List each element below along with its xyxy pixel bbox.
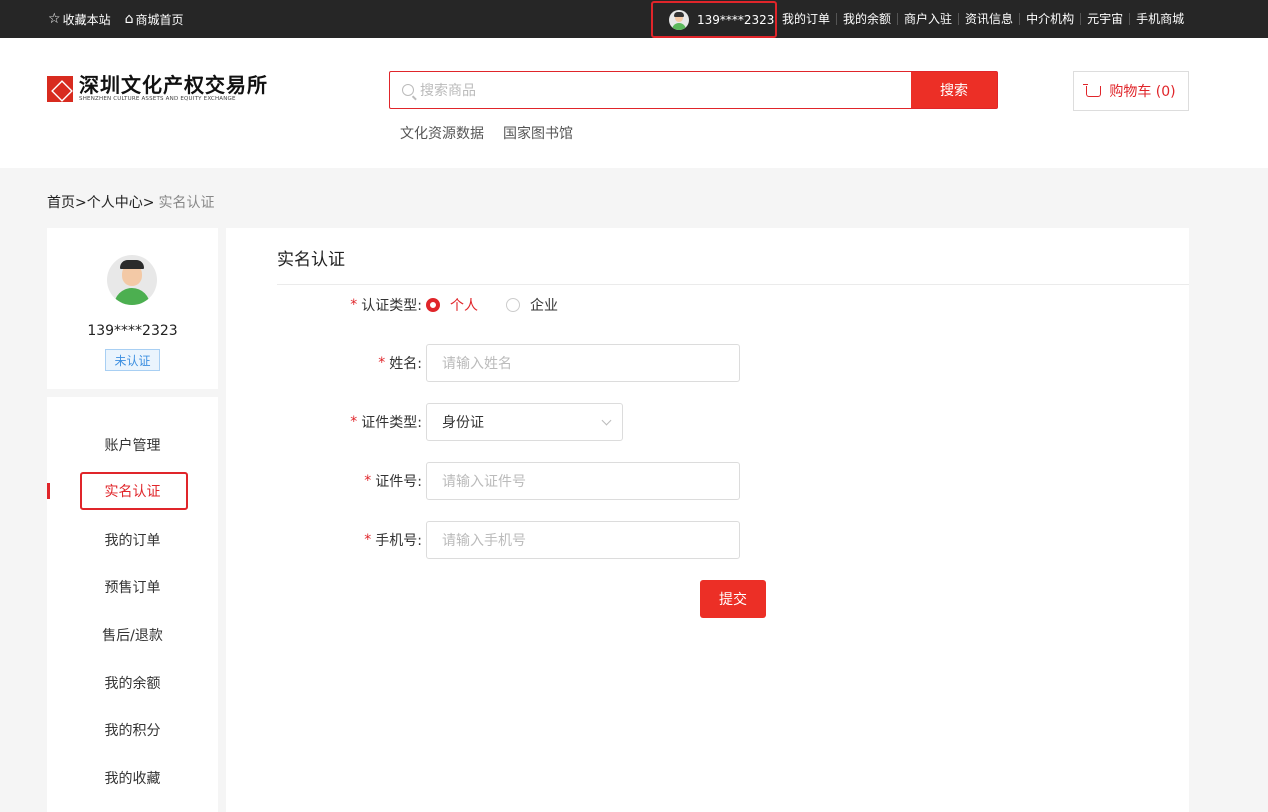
- mobile-label: 手机号:: [375, 533, 422, 549]
- status-badge: 未认证: [105, 349, 160, 371]
- profile-phone: 139****2323: [87, 323, 178, 339]
- search-input[interactable]: 搜索商品: [390, 72, 911, 108]
- sidebar-item-account[interactable]: 账户管理: [47, 428, 218, 462]
- user-phone: 139****2323: [697, 12, 775, 27]
- top-link-agency[interactable]: 中介机构: [1019, 13, 1080, 25]
- top-nav-links: 我的订单 我的余额 商户入驻 资讯信息 中介机构 元宇宙 手机商城: [782, 0, 1190, 38]
- id-type-label: 证件类型:: [361, 415, 422, 431]
- id-type-value: 身份证: [442, 415, 484, 431]
- radio-personal-label: 个人: [450, 298, 478, 314]
- sidebar-item-refund[interactable]: 售后/退款: [47, 618, 218, 652]
- top-link-metaverse[interactable]: 元宇宙: [1080, 13, 1129, 25]
- page-title: 实名认证: [277, 250, 345, 270]
- name-label: 姓名:: [389, 356, 422, 372]
- title-divider: [277, 284, 1189, 285]
- sidebar-item-favorites[interactable]: 我的收藏: [47, 761, 218, 795]
- name-row: * 姓名: 请输入姓名: [226, 344, 740, 382]
- cert-type-row: * 认证类型: 个人 企业: [226, 286, 586, 324]
- sidebar-item-orders[interactable]: 我的订单: [47, 523, 218, 557]
- cart-label: 购物车 (0): [1109, 84, 1176, 100]
- verification-panel: 实名认证 * 认证类型: 个人 企业 * 姓名: 请输入姓名 * 证件类型: 身…: [226, 228, 1189, 812]
- mall-home-link[interactable]: 商城首页: [135, 11, 183, 28]
- logo-name-cn: 深圳文化产权交易所: [79, 73, 268, 97]
- user-account-button[interactable]: 139****2323: [651, 1, 777, 38]
- radio-personal[interactable]: 个人: [426, 295, 478, 315]
- favorite-link[interactable]: 收藏本站: [63, 11, 111, 28]
- search-bar: 搜索商品 搜索: [389, 71, 998, 109]
- top-bar: ☆ 收藏本站 ⌂ 商城首页 139****2323 我的订单 我的余额 商户入驻…: [0, 0, 1268, 38]
- radio-enterprise[interactable]: 企业: [506, 295, 558, 315]
- search-button[interactable]: 搜索: [911, 72, 997, 108]
- cart-button[interactable]: 购物车 (0): [1073, 71, 1189, 111]
- name-field[interactable]: 请输入姓名: [426, 344, 740, 382]
- radio-checked-icon: [426, 298, 440, 312]
- breadcrumb-center[interactable]: 个人中心>: [87, 192, 155, 212]
- chevron-down-icon: [601, 415, 612, 426]
- search-placeholder: 搜索商品: [420, 83, 476, 99]
- sidebar-item-balance[interactable]: 我的余额: [47, 666, 218, 700]
- avatar: [107, 255, 157, 305]
- top-link-news[interactable]: 资讯信息: [958, 13, 1019, 25]
- cert-type-label: 认证类型:: [361, 298, 422, 314]
- required-mark: *: [364, 473, 372, 489]
- hot-link-culture-data[interactable]: 文化资源数据: [400, 123, 484, 143]
- top-link-mobile-mall[interactable]: 手机商城: [1129, 13, 1190, 25]
- topbar-left: ☆ 收藏本站 ⌂ 商城首页: [48, 0, 185, 38]
- breadcrumb: 首页> 个人中心> 实名认证: [47, 192, 214, 212]
- submit-button[interactable]: 提交: [700, 580, 766, 618]
- mobile-field[interactable]: 请输入手机号: [426, 521, 740, 559]
- star-icon: ☆: [48, 11, 61, 27]
- logo-name-en: SHENZHEN CULTURE ASSETS AND EQUITY EXCHA…: [79, 96, 236, 102]
- search-icon: [402, 84, 414, 96]
- top-link-balance[interactable]: 我的余额: [836, 13, 897, 25]
- breadcrumb-home[interactable]: 首页>: [47, 192, 87, 212]
- id-type-row: * 证件类型: 身份证: [226, 403, 623, 441]
- sidebar-item-presale[interactable]: 预售订单: [47, 570, 218, 604]
- hot-link-national-library[interactable]: 国家图书馆: [503, 123, 573, 143]
- required-mark: *: [378, 355, 386, 371]
- sidebar-menu: 账户管理 实名认证 我的订单 预售订单 售后/退款 我的余额 我的积分 我的收藏: [47, 397, 218, 812]
- top-link-orders[interactable]: 我的订单: [782, 13, 836, 25]
- top-link-merchant[interactable]: 商户入驻: [897, 13, 958, 25]
- id-number-field[interactable]: 请输入证件号: [426, 462, 740, 500]
- id-number-label: 证件号:: [375, 474, 422, 490]
- home-icon: ⌂: [124, 11, 134, 27]
- radio-unchecked-icon: [506, 298, 520, 312]
- required-mark: *: [350, 297, 358, 313]
- breadcrumb-current: 实名认证: [158, 195, 215, 211]
- site-logo[interactable]: 深圳文化产权交易所 SHENZHEN CULTURE ASSETS AND EQ…: [47, 74, 268, 103]
- mobile-row: * 手机号: 请输入手机号: [226, 521, 740, 559]
- profile-card: 139****2323 未认证: [47, 228, 218, 389]
- site-header: 深圳文化产权交易所 SHENZHEN CULTURE ASSETS AND EQ…: [0, 38, 1268, 168]
- hot-links: 文化资源数据 国家图书馆: [400, 123, 592, 143]
- required-mark: *: [350, 414, 358, 430]
- required-mark: *: [364, 532, 372, 548]
- sidebar-item-real-name[interactable]: 实名认证: [47, 474, 218, 508]
- user-avatar-icon: [669, 9, 689, 30]
- logo-mark-icon: [47, 75, 73, 102]
- radio-enterprise-label: 企业: [530, 298, 558, 314]
- sidebar-item-points[interactable]: 我的积分: [47, 713, 218, 747]
- id-number-row: * 证件号: 请输入证件号: [226, 462, 740, 500]
- id-type-select[interactable]: 身份证: [426, 403, 623, 441]
- cart-icon: [1083, 83, 1102, 97]
